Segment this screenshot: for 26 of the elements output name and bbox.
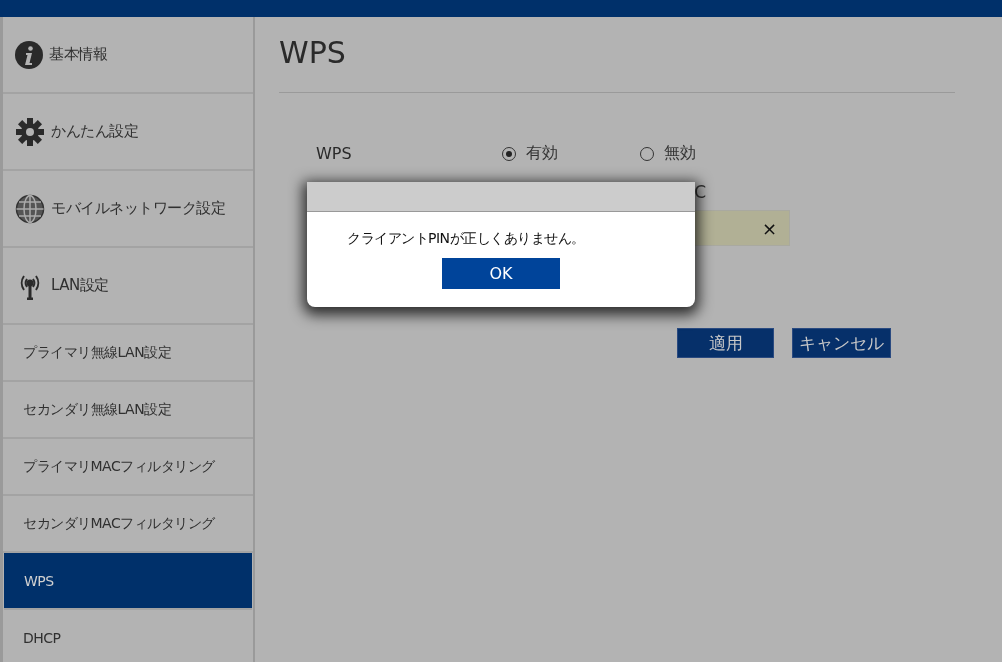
sidebar-item[interactable]: モバイルネットワーク設定 — [3, 171, 253, 248]
sidebar-item-label: 基本情報 — [49, 45, 107, 64]
dialog-message: クライアントPINが正しくありません。 — [347, 230, 585, 248]
sidebar-item[interactable]: セカンダリ無線LAN設定 — [3, 382, 253, 439]
radio-label: 有効 — [526, 143, 558, 164]
sidebar-item[interactable]: かんたん設定 — [3, 94, 253, 171]
wps-label: WPS — [316, 144, 353, 163]
sidebar-item-label: LAN設定 — [51, 276, 109, 295]
sidebar-item[interactable]: プライマリMACフィルタリング — [3, 439, 253, 496]
gear-icon — [15, 116, 45, 147]
sidebar-item[interactable]: LAN設定 — [3, 248, 253, 325]
sidebar-item[interactable]: WPS — [4, 553, 252, 610]
ok-button[interactable]: OK — [442, 258, 560, 289]
sidebar-item[interactable]: プライマリ無線LAN設定 — [3, 325, 253, 382]
sidebar-item[interactable]: 基本情報 — [3, 17, 253, 94]
globe-icon — [15, 193, 45, 224]
cancel-button[interactable]: キャンセル — [792, 328, 891, 358]
sidebar-item-label: かんたん設定 — [51, 122, 138, 141]
radio-label: 無効 — [664, 143, 696, 164]
clear-button[interactable]: × — [761, 217, 777, 239]
sidebar-item-label: モバイルネットワーク設定 — [51, 199, 225, 218]
info-icon — [15, 40, 43, 69]
sidebar-item[interactable]: DHCP — [3, 610, 253, 662]
apply-button[interactable]: 適用 — [677, 328, 774, 358]
field-label: C — [694, 182, 706, 202]
page-title: WPS — [279, 35, 346, 70]
